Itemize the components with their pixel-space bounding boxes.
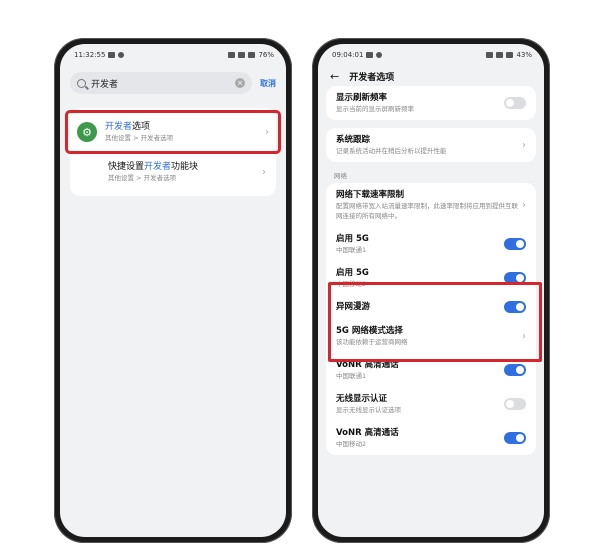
row-subtitle: 中国联通1	[336, 372, 367, 380]
row-title: 启用 5G	[336, 234, 369, 244]
search-icon	[77, 78, 86, 88]
status-bar: 11:32:55 76%	[60, 44, 286, 66]
row-title: VoNR 高清通话	[336, 360, 399, 370]
row-wireless-display[interactable]: 无线显示认证 显示无线显示认证选项	[326, 387, 536, 421]
row-title: 无线显示认证	[336, 394, 388, 404]
right-phone: 09:04:01 43% ← 开发者选项 显示刷新频率 显示当前的显示屏刷新频率	[312, 38, 550, 543]
chevron-right-icon: ›	[265, 126, 269, 138]
result-title: 快捷设置开发者功能块	[108, 162, 199, 172]
network-card: 网络下载速率限制 配置网络带宽入站流量速率限制，此速率限制将应用到提供互联网连接…	[326, 183, 536, 455]
row-title: 异网漫游	[336, 302, 371, 312]
row-subtitle: 配置网络带宽入站流量速率限制，此速率限制将应用到提供互联网连接的所有网络中。	[336, 202, 518, 220]
result-path: 其他设置 > 开发者选项	[108, 174, 177, 182]
sim2-5g-toggle[interactable]	[504, 272, 526, 284]
row-subtitle: 中国联通1	[336, 246, 367, 254]
sim1-5g-toggle[interactable]	[504, 238, 526, 250]
result-title: 开发者选项	[105, 122, 151, 132]
row-vonr2[interactable]: VoNR 高清通话 中国移动2	[326, 421, 536, 455]
row-roaming[interactable]: 异网漫游	[326, 295, 536, 319]
blank-icon	[80, 162, 100, 182]
status-time: 09:04:01	[332, 51, 364, 59]
search-row: 开发者 × 取消	[60, 66, 286, 94]
status-bar: 09:04:01 43%	[318, 44, 544, 66]
row-sim2-5g[interactable]: 启用 5G 中国移动2	[326, 261, 536, 295]
battery-level: 76%	[258, 51, 274, 59]
row-title: VoNR 高清通话	[336, 428, 399, 438]
signal-icon	[496, 52, 504, 58]
left-phone: 11:32:55 76% 开发者 × 取消 ⚙ 开发者选项 其他设置 > 开发者…	[54, 38, 292, 543]
settings-card: 显示刷新频率 显示当前的显示屏刷新频率	[326, 86, 536, 120]
row-subtitle: 中国移动2	[336, 280, 367, 288]
vonr2-toggle[interactable]	[504, 432, 526, 444]
wifi-icon	[228, 52, 236, 58]
nav-bar: ← 开发者选项	[318, 66, 544, 86]
result-path: 其他设置 > 开发者选项	[105, 134, 174, 142]
roaming-toggle[interactable]	[504, 301, 526, 313]
clear-icon[interactable]: ×	[235, 78, 245, 88]
left-screen: 11:32:55 76% 开发者 × 取消 ⚙ 开发者选项 其他设置 > 开发者…	[60, 44, 286, 537]
page-title: 开发者选项	[349, 72, 395, 83]
row-subtitle: 该功能依赖于运营商网络	[336, 338, 408, 346]
search-value: 开发者	[91, 79, 119, 90]
row-refresh-rate[interactable]: 显示刷新频率 显示当前的显示屏刷新频率	[326, 86, 536, 120]
status-time: 11:32:55	[74, 51, 106, 59]
gear-icon: ⚙	[77, 122, 97, 142]
row-subtitle: 记录系统活动并在稍后分析以提升性能	[336, 147, 447, 155]
back-arrow-icon[interactable]: ←	[330, 70, 339, 83]
row-sim1-5g[interactable]: 启用 5G 中国联通1	[326, 227, 536, 261]
row-download-limit[interactable]: 网络下载速率限制 配置网络带宽入站流量速率限制，此速率限制将应用到提供互联网连接…	[326, 183, 536, 227]
row-vonr1[interactable]: VoNR 高清通话 中国联通1	[326, 353, 536, 387]
result-quick-setting[interactable]: 快捷设置开发者功能块 其他设置 > 开发者选项 ›	[70, 152, 276, 192]
notification-icon	[108, 52, 116, 58]
row-title: 网络下载速率限制	[336, 190, 405, 200]
result-developer-options[interactable]: ⚙ 开发者选项 其他设置 > 开发者选项 ›	[65, 110, 281, 154]
settings-card: 系统跟踪 记录系统活动并在稍后分析以提升性能 ›	[326, 128, 536, 162]
signal-icon	[238, 52, 246, 58]
row-nr-mode[interactable]: 5G 网络模式选择 该功能依赖于运营商网络 ›	[326, 319, 536, 353]
chevron-right-icon: ›	[262, 166, 266, 178]
wireless-display-toggle[interactable]	[504, 398, 526, 410]
notification-icon	[366, 52, 374, 58]
notification-icon	[376, 52, 383, 58]
search-input[interactable]: 开发者 ×	[70, 72, 252, 94]
row-subtitle: 显示当前的显示屏刷新频率	[336, 105, 414, 113]
chevron-right-icon: ›	[522, 199, 526, 211]
right-screen: 09:04:01 43% ← 开发者选项 显示刷新频率 显示当前的显示屏刷新频率	[318, 44, 544, 537]
row-title: 系统跟踪	[336, 135, 371, 145]
battery-level: 43%	[516, 51, 532, 59]
cancel-button[interactable]: 取消	[260, 78, 276, 89]
chevron-right-icon: ›	[522, 330, 526, 342]
row-title: 启用 5G	[336, 268, 369, 278]
wifi-icon	[486, 52, 494, 58]
row-system-trace[interactable]: 系统跟踪 记录系统活动并在稍后分析以提升性能 ›	[326, 128, 536, 162]
row-title: 5G 网络模式选择	[336, 326, 403, 336]
refresh-rate-toggle[interactable]	[504, 97, 526, 109]
chevron-right-icon: ›	[522, 139, 526, 151]
vonr1-toggle[interactable]	[504, 364, 526, 376]
search-results: ⚙ 开发者选项 其他设置 > 开发者选项 › 快捷设置开发者功能块 其他设置 >…	[65, 108, 281, 196]
row-subtitle: 显示无线显示认证选项	[336, 406, 401, 414]
section-label: 网络	[334, 172, 347, 180]
signal-icon	[506, 52, 514, 58]
row-title: 显示刷新频率	[336, 93, 388, 103]
signal-icon	[248, 52, 256, 58]
row-subtitle: 中国移动2	[336, 440, 367, 448]
notification-icon	[118, 52, 125, 58]
